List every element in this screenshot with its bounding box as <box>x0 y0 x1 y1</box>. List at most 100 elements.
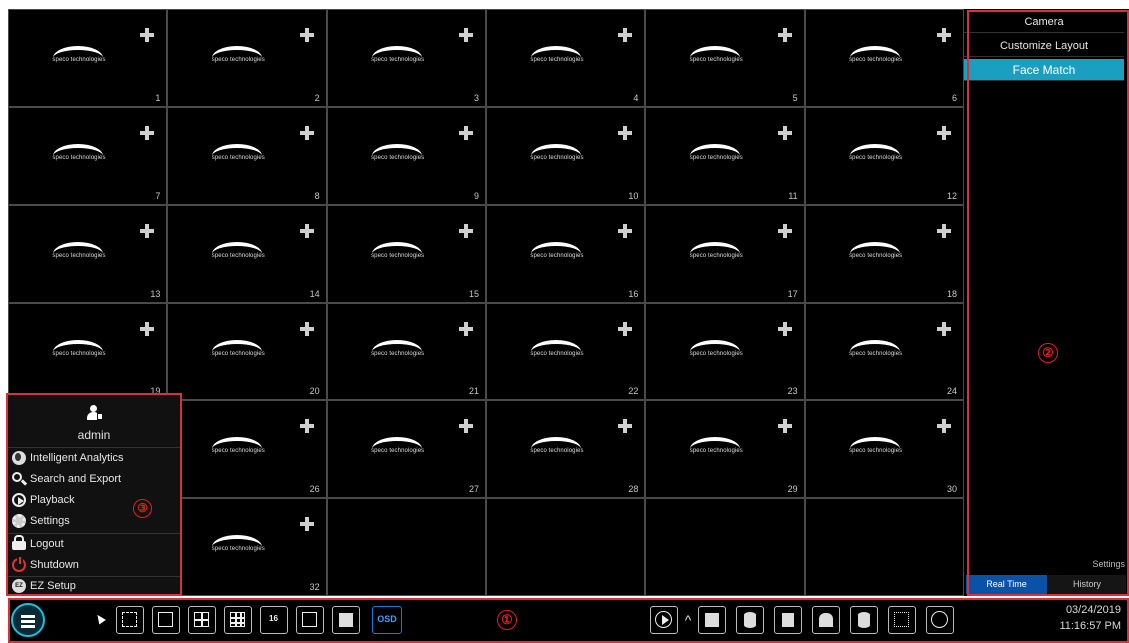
camera-channel-18[interactable]: speco technologies 18 <box>805 205 963 302</box>
menu-item-playback[interactable]: Playback <box>10 490 178 511</box>
add-camera-icon[interactable] <box>458 28 473 42</box>
snapshot-button[interactable] <box>698 606 726 634</box>
split-16-button[interactable]: 16 <box>260 606 288 634</box>
camera-channel-9[interactable]: speco technologies 9 <box>327 107 485 204</box>
add-camera-icon[interactable] <box>777 28 792 42</box>
add-camera-icon[interactable] <box>936 321 951 336</box>
camera-channel-32[interactable]: speco technologies 32 <box>168 499 326 595</box>
camera-channel-5[interactable]: speco technologies 5 <box>646 10 804 106</box>
menu-item-intelligent-analytics[interactable]: Intelligent Analytics <box>10 448 178 469</box>
menu-item-settings[interactable]: Settings <box>10 511 178 532</box>
camera-channel-10[interactable]: speco technologies 10 <box>486 107 645 204</box>
camera-channel-1[interactable]: speco technologies 1 <box>9 10 167 106</box>
alarm-status-button[interactable] <box>812 606 840 634</box>
add-camera-icon[interactable] <box>299 321 314 336</box>
camera-channel-21[interactable]: speco technologies 21 <box>327 303 485 400</box>
add-camera-icon[interactable] <box>936 125 951 140</box>
speco-logo: speco technologies <box>198 46 278 68</box>
manual-record-button[interactable] <box>736 606 764 634</box>
menu-item-ez-setup[interactable]: EZ EZ Setup <box>10 576 178 597</box>
brand-text: speco technologies <box>530 448 584 455</box>
add-camera-icon[interactable] <box>299 419 314 434</box>
split-4-button[interactable] <box>188 606 216 634</box>
camera-channel-29[interactable]: speco technologies 29 <box>646 401 804 498</box>
split-9-button[interactable] <box>224 606 252 634</box>
camera-channel-3[interactable]: speco technologies 3 <box>327 10 485 106</box>
camera-channel-4[interactable]: speco technologies 4 <box>486 10 645 106</box>
add-camera-icon[interactable] <box>618 125 633 140</box>
menu-item-search-and-export[interactable]: Search and Export <box>10 469 178 490</box>
add-camera-icon[interactable] <box>777 321 792 336</box>
add-camera-icon[interactable] <box>458 419 473 434</box>
playback-button[interactable] <box>650 606 678 634</box>
camera-channel-27[interactable]: speco technologies 27 <box>327 401 485 498</box>
tab-customize-layout[interactable]: Customize Layout <box>964 35 1124 57</box>
history-button[interactable]: History <box>1048 575 1126 594</box>
camera-channel-26[interactable]: speco technologies 26 <box>168 401 326 498</box>
camera-channel-6[interactable]: speco technologies 6 <box>805 10 963 106</box>
bottom-toolbar: 16 OSD ^ 03/24/2019 11:16:57 PM <box>8 598 1129 643</box>
add-camera-icon[interactable] <box>777 223 792 238</box>
add-camera-icon[interactable] <box>299 125 314 140</box>
custom-layout-button[interactable] <box>296 606 324 634</box>
camera-channel-22[interactable]: speco technologies 22 <box>486 303 645 400</box>
tab-face-match[interactable]: Face Match <box>964 59 1124 81</box>
disk-info-button[interactable] <box>850 606 878 634</box>
add-camera-icon[interactable] <box>140 223 155 238</box>
chevron-up-icon[interactable]: ^ <box>680 609 696 631</box>
camera-channel-7[interactable]: speco technologies 7 <box>9 107 167 204</box>
camera-channel-14[interactable]: speco technologies 14 <box>168 205 326 302</box>
add-camera-icon[interactable] <box>618 419 633 434</box>
manual-alarm-button[interactable] <box>774 606 802 634</box>
add-camera-icon[interactable] <box>140 28 155 42</box>
add-camera-icon[interactable] <box>140 125 155 140</box>
alarm-light-icon <box>819 613 833 627</box>
split-1-button[interactable] <box>152 606 180 634</box>
menu-item-logout[interactable]: Logout <box>10 534 178 555</box>
camera-channel-13[interactable]: speco technologies 13 <box>9 205 167 302</box>
speco-logo: speco technologies <box>517 143 597 166</box>
face-match-settings-link[interactable]: Settings <box>1092 559 1125 569</box>
sequence-view-button[interactable] <box>332 606 360 634</box>
add-camera-icon[interactable] <box>777 125 792 140</box>
camera-channel-11[interactable]: speco technologies 11 <box>646 107 804 204</box>
start-menu-button[interactable] <box>11 603 45 637</box>
info-button[interactable] <box>926 606 954 634</box>
add-camera-icon[interactable] <box>777 419 792 434</box>
camera-channel-24[interactable]: speco technologies 24 <box>805 303 963 400</box>
add-camera-icon[interactable] <box>458 125 473 140</box>
ez-setup-icon: EZ <box>12 579 26 593</box>
camera-channel-19[interactable]: speco technologies 19 <box>9 303 167 400</box>
camera-channel-17[interactable]: speco technologies 17 <box>646 205 804 302</box>
real-time-button[interactable]: Real Time <box>966 575 1047 594</box>
camera-channel-23[interactable]: speco technologies 23 <box>646 303 804 400</box>
camera-channel-12[interactable]: speco technologies 12 <box>805 107 963 204</box>
speco-logo: speco technologies <box>836 437 916 459</box>
camera-channel-16[interactable]: speco technologies 16 <box>486 205 645 302</box>
add-camera-icon[interactable] <box>936 419 951 434</box>
menu-item-shutdown[interactable]: Shutdown <box>10 555 178 576</box>
camera-channel-20[interactable]: speco technologies 20 <box>168 303 326 400</box>
add-camera-icon[interactable] <box>140 321 155 336</box>
add-camera-icon[interactable] <box>299 28 314 42</box>
camera-channel-2[interactable]: speco technologies 2 <box>168 10 326 106</box>
camera-channel-30[interactable]: speco technologies 30 <box>805 401 963 498</box>
add-camera-icon[interactable] <box>299 223 314 238</box>
brand-text: speco technologies <box>849 252 903 259</box>
add-camera-icon[interactable] <box>458 223 473 238</box>
add-camera-icon[interactable] <box>618 28 633 42</box>
camera-channel-15[interactable]: speco technologies 15 <box>327 205 485 302</box>
network-button[interactable] <box>888 606 916 634</box>
tab-camera[interactable]: Camera <box>964 11 1124 33</box>
camera-channel-28[interactable]: speco technologies 28 <box>486 401 645 498</box>
add-camera-icon[interactable] <box>618 223 633 238</box>
speco-logo: speco technologies <box>39 46 119 68</box>
add-camera-icon[interactable] <box>618 321 633 336</box>
add-camera-icon[interactable] <box>299 517 314 532</box>
add-camera-icon[interactable] <box>936 223 951 238</box>
add-camera-icon[interactable] <box>458 321 473 336</box>
osd-button[interactable]: OSD <box>372 606 402 634</box>
add-camera-icon[interactable] <box>936 28 951 42</box>
fullscreen-button[interactable] <box>116 606 144 634</box>
camera-channel-8[interactable]: speco technologies 8 <box>168 107 326 204</box>
